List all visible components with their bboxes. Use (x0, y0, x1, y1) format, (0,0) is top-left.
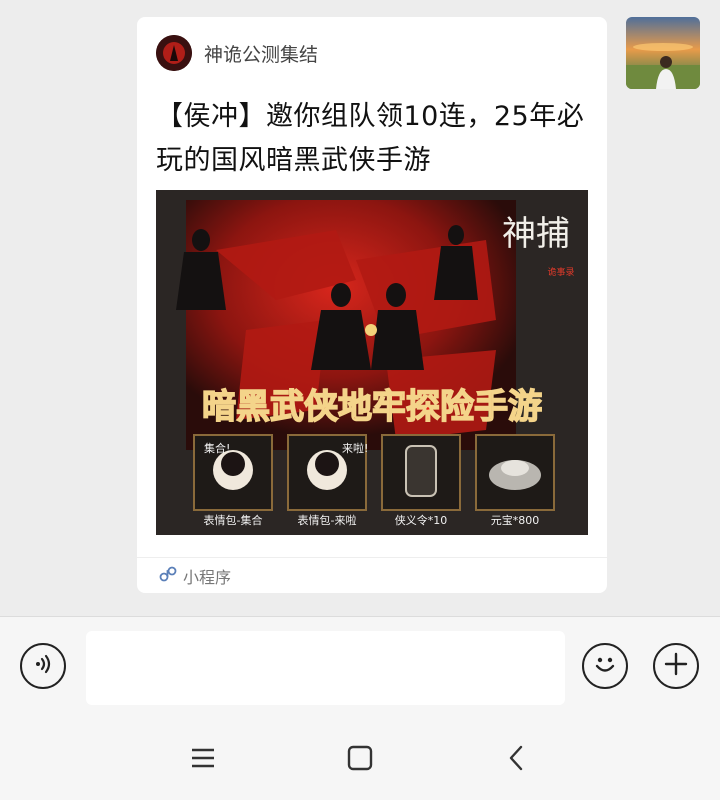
menu-button[interactable] (183, 740, 223, 780)
source-logo (156, 35, 192, 71)
back-button[interactable] (496, 740, 536, 780)
menu-icon (190, 746, 216, 774)
reward-label: 侠义令*10 (395, 513, 448, 527)
voice-button[interactable] (20, 643, 66, 689)
reward-label: 表情包-集合 (204, 513, 263, 527)
banner-tagline: 暗黑武侠地牢探险手游 (202, 387, 542, 427)
home-square-icon (346, 744, 374, 776)
banner-logo-text: 神捕 (502, 214, 570, 254)
mini-program-icon (159, 565, 177, 587)
card-title: 【侯冲】邀你组队领10连，25年必玩的国风暗黑武侠手游 (156, 101, 585, 176)
mini-program-card[interactable]: 神诡公测集结 【侯冲】邀你组队领10连，25年必玩的国风暗黑武侠手游 神捕 诡事… (137, 17, 607, 593)
reward-item: 来啦! 表情包-来啦 (287, 434, 368, 527)
card-header: 神诡公测集结 (156, 35, 318, 71)
card-footer: 小程序 (137, 557, 607, 593)
reward-item: 集合! 表情包-集合 (193, 434, 273, 527)
reward-badge: 集合! (204, 441, 230, 455)
source-name: 神诡公测集结 (204, 43, 319, 66)
message-input[interactable] (86, 631, 565, 705)
plus-icon (663, 651, 689, 681)
banner-logo-sub: 诡事录 (547, 266, 574, 278)
system-nav-bar (0, 716, 720, 800)
back-chevron-icon (504, 744, 528, 776)
chat-area: 神诡公测集结 【侯冲】邀你组队领10连，25年必玩的国风暗黑武侠手游 神捕 诡事… (0, 0, 720, 616)
emoji-icon (590, 649, 620, 683)
chat-input-bar (0, 616, 720, 717)
mini-program-label: 小程序 (183, 567, 232, 587)
voice-icon (30, 651, 56, 681)
emoji-button[interactable] (582, 643, 628, 689)
user-avatar[interactable] (626, 17, 700, 89)
reward-label: 元宝*800 (491, 513, 540, 527)
plus-button[interactable] (653, 643, 699, 689)
reward-label: 表情包-来啦 (298, 513, 357, 527)
home-button[interactable] (340, 740, 380, 780)
promo-banner[interactable]: 神捕 诡事录 暗黑武侠地牢探险手游 集合! 表情包-集合 来啦! 表情包-来啦 … (156, 190, 588, 535)
reward-badge: 来啦! (342, 441, 368, 455)
